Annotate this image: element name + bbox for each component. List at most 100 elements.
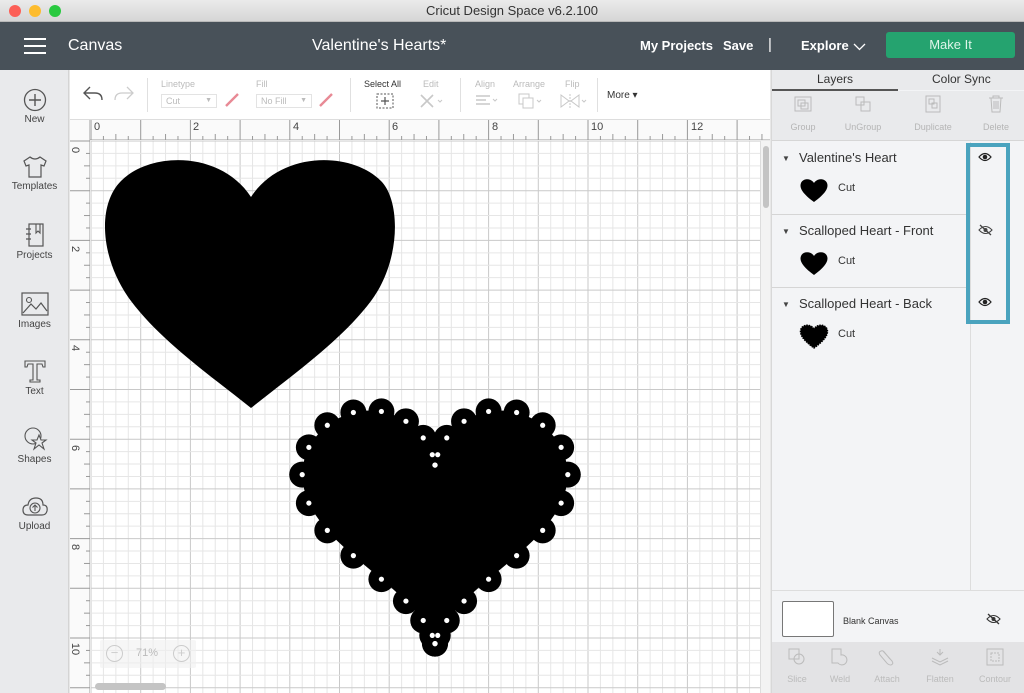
flip-icon[interactable] [559, 93, 589, 109]
layer-operation: Cut [838, 328, 856, 340]
maximize-window-button[interactable] [49, 5, 61, 17]
my-projects-link[interactable]: My Projects [640, 38, 713, 53]
layer-name[interactable]: Scalloped Heart - Front [799, 223, 933, 238]
zoom-level: 71% [136, 647, 159, 659]
window-titlebar: Cricut Design Space v6.2.100 [0, 0, 1024, 22]
scallop-hole [514, 553, 520, 559]
tool-label: Contour [978, 674, 1012, 684]
scallop-hole [420, 617, 426, 624]
layer-item[interactable]: ▼ Scalloped Heart - Back Cut [772, 288, 970, 361]
arrange-icon[interactable] [517, 92, 545, 110]
explore-menu[interactable]: Explore [801, 38, 849, 53]
tool-label: Attach [874, 674, 900, 684]
scallop-hole [565, 472, 571, 478]
ungroup-button[interactable]: UnGroup [832, 95, 894, 132]
group-button[interactable]: Group [772, 95, 834, 132]
design-canvas[interactable] [91, 141, 760, 693]
contour-button[interactable]: Contour [970, 648, 1020, 684]
layer-name[interactable]: Scalloped Heart - Back [799, 296, 932, 311]
scallop-hole [514, 409, 520, 416]
weld-button[interactable]: Weld [815, 648, 865, 684]
hamburger-menu-icon[interactable] [24, 38, 46, 54]
tool-label: Group [790, 122, 816, 132]
sidebar-label: Shapes [17, 454, 52, 465]
eye-hidden-icon[interactable] [986, 613, 1001, 625]
zoom-out-button[interactable]: − [106, 645, 123, 662]
blank-canvas-row[interactable]: Blank Canvas [772, 590, 1024, 642]
scrollbar-thumb[interactable] [763, 146, 769, 208]
fill-select[interactable]: No Fill ▼ [256, 94, 312, 108]
fill-color-swatch[interactable] [318, 92, 334, 108]
delete-button[interactable]: Delete [965, 95, 1024, 132]
sidebar-item-templates[interactable]: Templates [0, 155, 69, 192]
expand-triangle-icon[interactable]: ▼ [782, 227, 790, 236]
linetype-select[interactable]: Cut ▼ [161, 94, 217, 108]
tool-label: Weld [829, 674, 851, 684]
tool-label: Duplicate [914, 122, 952, 132]
section-label: Canvas [68, 37, 123, 54]
bottom-tools: Slice Weld Attach Flatten Contour [772, 642, 1024, 693]
ruler-tick-label: 10 [591, 121, 604, 133]
scallop-hole [378, 408, 385, 415]
minimize-window-button[interactable] [29, 5, 41, 17]
edit-scissors-icon[interactable] [419, 93, 445, 109]
ruler-horizontal: 0 2 4 6 8 10 12 [90, 120, 770, 140]
attach-button[interactable]: Attach [862, 648, 912, 684]
scallop-hole [435, 632, 441, 639]
valentines-heart-shape[interactable] [104, 160, 395, 408]
expand-triangle-icon[interactable]: ▼ [782, 300, 790, 309]
tab-layers[interactable]: Layers [817, 72, 853, 86]
tool-label: UnGroup [844, 122, 882, 132]
scallop-hole [350, 553, 356, 559]
heart-thumbnail-icon [800, 179, 828, 202]
sidebar-item-images[interactable]: Images [0, 291, 69, 330]
close-window-button[interactable] [9, 5, 21, 17]
layer-tools: Group UnGroup Duplicate Delete [772, 91, 1024, 141]
ruler-tick-label: 4 [69, 344, 82, 352]
make-it-button[interactable]: Make It [886, 32, 1015, 58]
scallop-hole [540, 527, 546, 533]
ruler-tick-label: 6 [392, 121, 399, 133]
sidebar-label: Projects [16, 250, 53, 261]
align-icon[interactable] [474, 94, 500, 108]
select-all-icon[interactable] [376, 93, 394, 109]
layer-name[interactable]: Valentine's Heart [799, 150, 897, 165]
edit-label: Edit [423, 79, 439, 89]
project-title: Valentine's Hearts* [312, 37, 447, 54]
plus-circle-icon [23, 88, 46, 112]
expand-triangle-icon[interactable]: ▼ [782, 154, 790, 163]
layer-item[interactable]: ▼ Scalloped Heart - Front Cut [772, 215, 970, 288]
tab-color-sync[interactable]: Color Sync [932, 72, 991, 86]
scallop-hole [299, 472, 305, 478]
left-sidebar: New Templates Projects Images Text Shape… [0, 70, 69, 693]
sidebar-item-projects[interactable]: Projects [0, 222, 69, 261]
chevron-down-icon[interactable] [853, 43, 866, 51]
scallop-hole [444, 435, 450, 441]
app-header: Canvas Valentine's Hearts* My Projects S… [0, 22, 1024, 70]
scallop-hole [350, 409, 356, 416]
tshirt-icon [22, 156, 47, 178]
sidebar-item-upload[interactable]: Upload [0, 495, 69, 532]
scallop-hole [403, 418, 409, 424]
blank-canvas-swatch[interactable] [782, 601, 834, 637]
flip-label: Flip [565, 79, 580, 89]
sidebar-item-new[interactable]: New [0, 88, 69, 125]
zoom-in-button[interactable]: + [173, 645, 190, 662]
sidebar-item-shapes[interactable]: Shapes [0, 426, 69, 465]
layer-item[interactable]: ▼ Valentine's Heart Cut [772, 142, 970, 215]
vertical-scrollbar[interactable] [760, 141, 770, 693]
duplicate-button[interactable]: Duplicate [902, 95, 964, 132]
undo-icon[interactable] [82, 84, 104, 102]
scalloped-heart-shape[interactable] [289, 398, 581, 657]
flatten-button[interactable]: Flatten [915, 648, 965, 684]
horizontal-scrollbar-thumb[interactable] [95, 683, 166, 690]
sidebar-item-text[interactable]: Text [0, 358, 69, 397]
save-button[interactable]: Save [723, 38, 753, 53]
redo-icon[interactable] [113, 84, 135, 102]
ruler-tick-label: 8 [69, 543, 82, 551]
linetype-color-swatch[interactable] [224, 92, 240, 108]
header-separator: | [768, 36, 772, 53]
tool-label: Flatten [926, 674, 954, 684]
layer-operation: Cut [838, 255, 856, 267]
more-menu[interactable]: More ▾ [607, 90, 638, 101]
